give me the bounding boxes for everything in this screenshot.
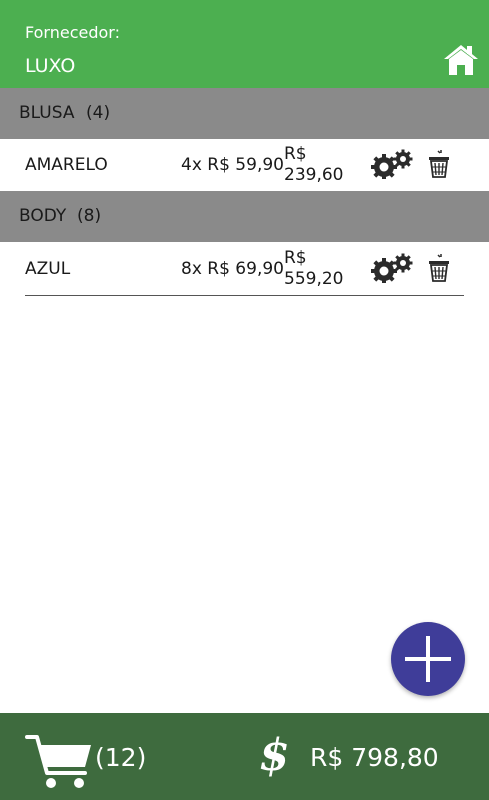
item-name: AMARELO — [25, 155, 108, 175]
gears-icon[interactable] — [370, 149, 414, 180]
home-icon[interactable] — [443, 42, 479, 78]
list-divider — [25, 295, 464, 296]
supplier-name: LUXO — [25, 55, 76, 77]
footer-bar: (12) $ R$ 798,80 — [0, 713, 489, 800]
group-count: (4) — [86, 103, 111, 123]
add-button[interactable] — [391, 622, 465, 696]
item-total: R$ 559,20 — [284, 248, 364, 290]
group-count: (8) — [77, 206, 102, 226]
supplier-header: Fornecedor: LUXO — [0, 0, 489, 88]
cart-count: (12) — [95, 743, 147, 772]
dollar-icon: $ — [259, 730, 290, 781]
supplier-label: Fornecedor: — [25, 23, 120, 42]
item-total-value: 239,60 — [284, 165, 344, 185]
gears-icon[interactable] — [370, 253, 414, 284]
trash-icon[interactable] — [427, 149, 451, 179]
list-item-amarelo[interactable]: AMARELO 4x R$ 59,90 R$ 239,60 — [0, 139, 489, 191]
trash-icon[interactable] — [427, 253, 451, 283]
item-total-currency: R$ — [284, 248, 307, 268]
item-qty-price: 4x R$ 59,90 — [181, 155, 284, 175]
item-total-currency: R$ — [284, 144, 307, 164]
item-qty-price: 8x R$ 69,90 — [181, 259, 284, 279]
list-item-azul[interactable]: AZUL 8x R$ 69,90 R$ 559,20 — [0, 243, 489, 295]
item-name: AZUL — [25, 259, 71, 279]
cart-icon[interactable] — [25, 733, 93, 791]
group-name: BODY — [19, 206, 67, 226]
group-header-body[interactable]: BODY (8) — [0, 191, 489, 242]
item-total-value: 559,20 — [284, 269, 344, 289]
group-name: BLUSA — [19, 103, 75, 123]
order-total: R$ 798,80 — [310, 743, 439, 772]
group-header-blusa[interactable]: BLUSA (4) — [0, 88, 489, 139]
item-total: R$ 239,60 — [284, 144, 364, 186]
